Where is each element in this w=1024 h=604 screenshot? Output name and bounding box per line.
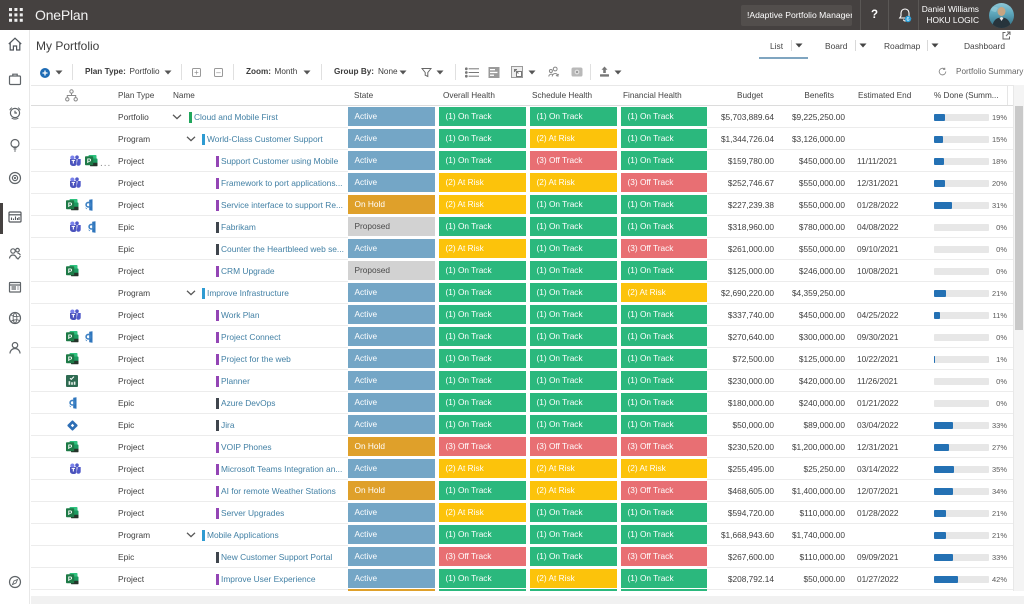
svg-text:P: P — [68, 510, 73, 517]
svg-text:P: P — [68, 576, 73, 583]
svg-text:P: P — [68, 356, 73, 363]
svg-text:P: P — [86, 158, 91, 165]
svg-text:P: P — [68, 268, 73, 275]
svg-text:P: P — [68, 334, 73, 341]
svg-text:P: P — [68, 444, 73, 451]
svg-text:6: 6 — [906, 17, 909, 23]
svg-text:P: P — [68, 202, 73, 209]
